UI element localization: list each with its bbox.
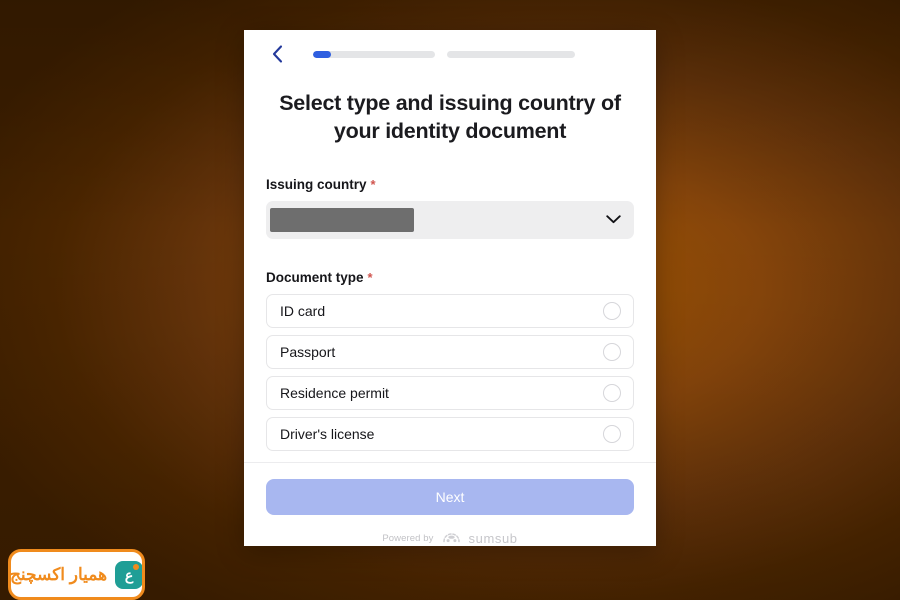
sumsub-logo-icon: [442, 533, 460, 543]
option-label: Driver's license: [280, 425, 375, 442]
powered-by-text: Powered by: [382, 533, 434, 544]
radio-icon[interactable]: [603, 342, 621, 361]
back-button[interactable]: [266, 43, 288, 65]
next-button[interactable]: Next: [266, 479, 634, 515]
document-type-label-text: Document type: [266, 269, 364, 285]
option-label: Passport: [280, 343, 336, 360]
required-asterisk: *: [370, 176, 376, 192]
issuing-country-masked-value: [270, 207, 414, 232]
progress-segment-1-fill: [313, 50, 332, 58]
chevron-left-icon: [272, 45, 282, 63]
card-footer: Next Powered by sumsub: [244, 462, 656, 546]
document-type-label: Document type *: [266, 270, 634, 285]
card-topbar: [244, 30, 656, 64]
watermark-badge: همیار اکسچنج ع: [8, 549, 145, 600]
page-title: Select type and issuing country of your …: [279, 91, 621, 143]
watermark-logo-glyph: ع: [124, 566, 134, 583]
progress-indicator: [313, 50, 634, 58]
radio-icon[interactable]: [603, 301, 621, 320]
option-passport[interactable]: Passport: [266, 334, 634, 369]
powered-by: Powered by sumsub: [266, 531, 634, 546]
option-label: ID card: [280, 302, 326, 319]
chevron-down-icon: [606, 215, 621, 224]
progress-segment-1: [313, 50, 435, 58]
required-asterisk: *: [367, 269, 373, 285]
issuing-country-label-text: Issuing country: [266, 176, 367, 192]
sumsub-wordmark: sumsub: [468, 531, 518, 546]
option-id-card[interactable]: ID card: [266, 293, 634, 328]
option-residence-permit[interactable]: Residence permit: [266, 375, 634, 410]
issuing-country-select[interactable]: [266, 200, 634, 239]
radio-icon[interactable]: [603, 424, 621, 443]
document-type-options: ID card Passport Residence permit Driver…: [266, 293, 634, 451]
option-drivers-license[interactable]: Driver's license: [266, 416, 634, 451]
form-body: Issuing country * Document type * ID car…: [244, 146, 656, 462]
watermark-text: همیار اکسچنج: [9, 564, 108, 584]
progress-segment-2: [447, 50, 575, 58]
watermark-logo-icon: ع: [115, 560, 142, 589]
option-label: Residence permit: [280, 384, 389, 401]
issuing-country-label: Issuing country *: [266, 177, 634, 192]
watermark-logo-dot: [133, 563, 140, 570]
radio-icon[interactable]: [603, 383, 621, 402]
verification-card: Select type and issuing country of your …: [244, 30, 656, 546]
